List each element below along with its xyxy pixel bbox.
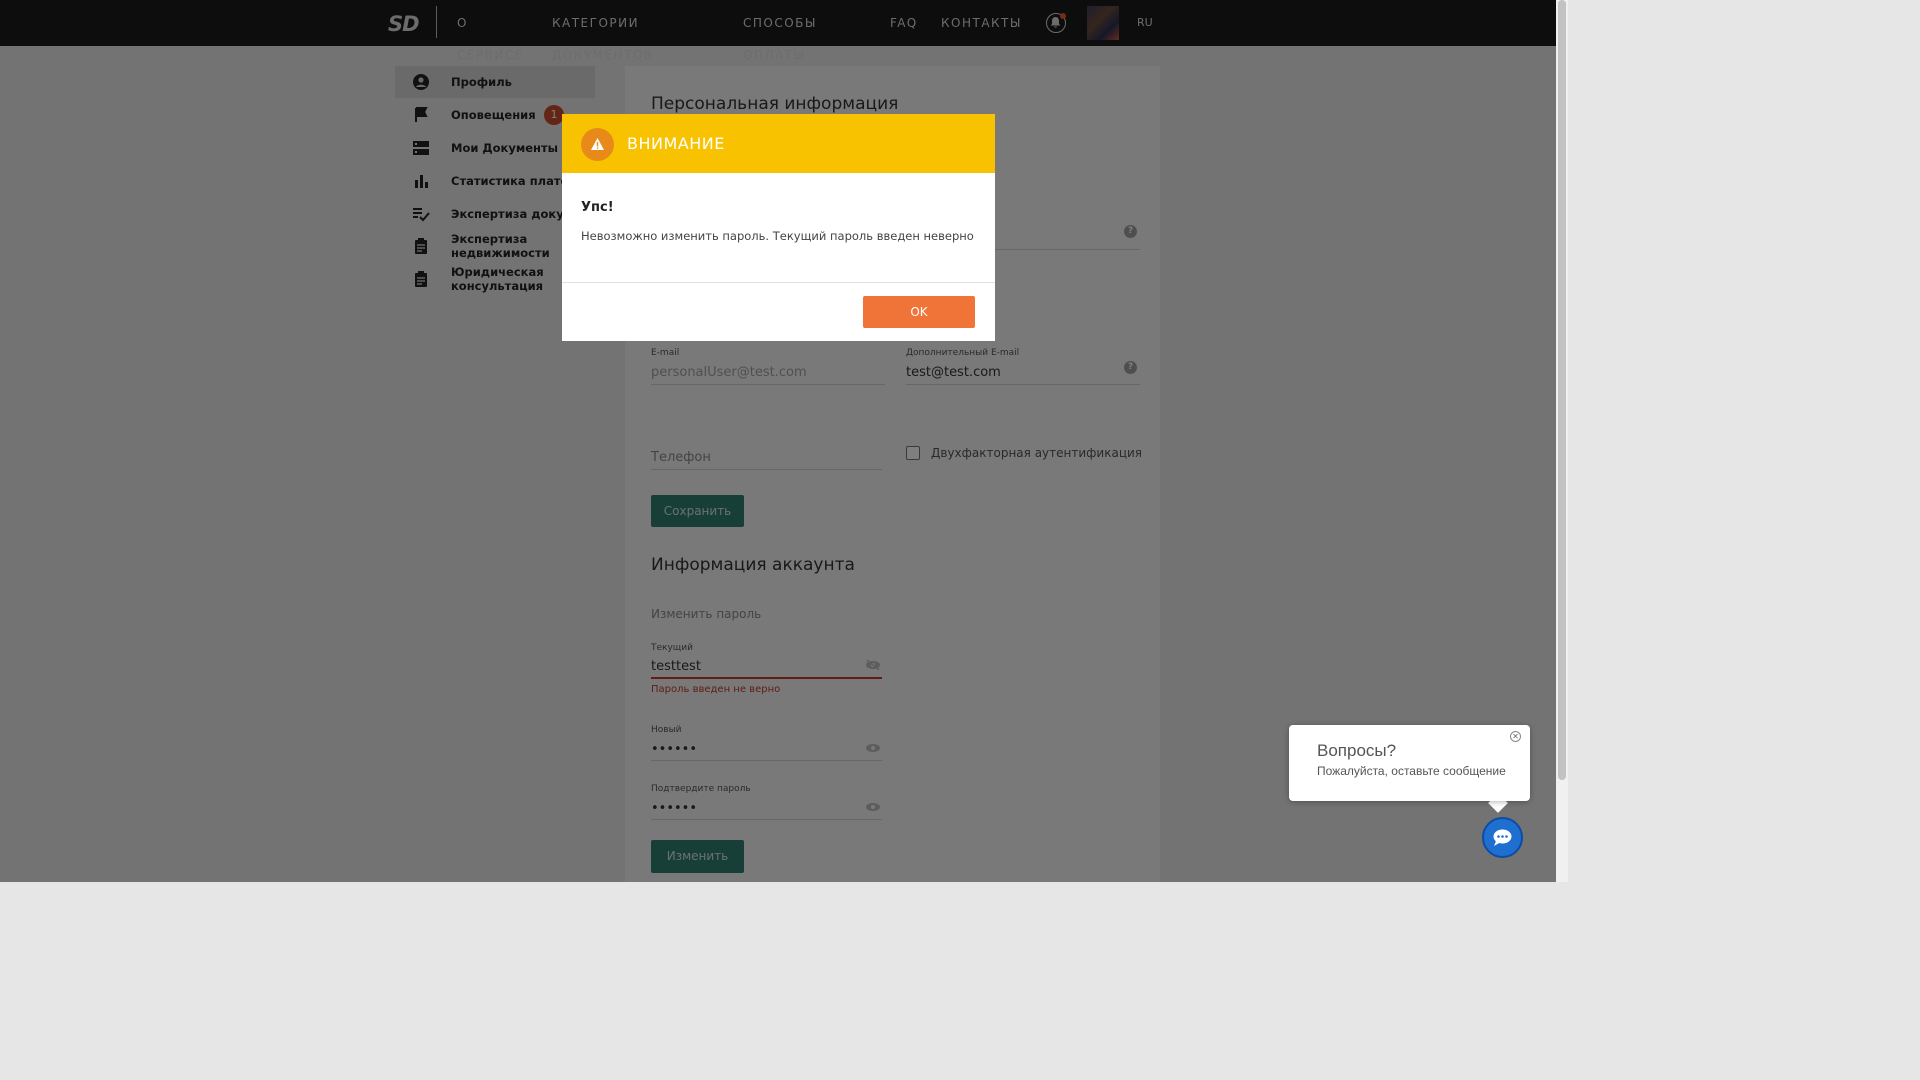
chat-subtitle: Пожалуйста, оставьте сообщение xyxy=(1317,764,1506,778)
warning-icon xyxy=(581,128,614,161)
alert-divider xyxy=(562,282,995,283)
alert-title: ВНИМАНИЕ xyxy=(627,134,725,153)
chat-prompt[interactable]: ✕ Вопросы? Пожалуйста, оставьте сообщени… xyxy=(1289,725,1530,801)
chat-title: Вопросы? xyxy=(1317,741,1397,760)
close-icon[interactable]: ✕ xyxy=(1510,731,1521,742)
alert-header: ВНИМАНИЕ xyxy=(562,114,995,173)
alert-heading: Упс! xyxy=(581,200,614,215)
alert-message: Невозможно изменить пароль. Текущий паро… xyxy=(581,229,974,243)
chat-button[interactable] xyxy=(1482,817,1523,858)
ok-button[interactable]: OK xyxy=(863,296,975,328)
chat-icon xyxy=(1493,829,1512,846)
alert-dialog: ВНИМАНИЕ Упс! Невозможно изменить пароль… xyxy=(562,114,995,341)
scrollbar-thumb[interactable] xyxy=(1558,0,1566,780)
